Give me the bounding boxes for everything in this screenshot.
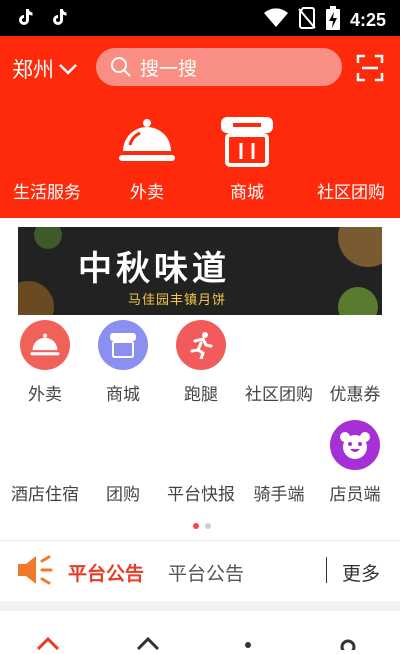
grid-item-rider[interactable]: 骑手端 [239,420,319,505]
grid-item-platform-news[interactable]: 平台快报 [161,420,241,505]
runner-icon [176,320,226,370]
wifi-icon [263,8,288,32]
battery-charging-icon [325,6,340,34]
status-time: 4:25 [349,9,386,30]
search-placeholder: 搜一搜 [140,57,198,80]
promo-banner[interactable]: 中秋味道 马佳园丰镇月饼 [18,227,382,315]
speaker-icon [16,553,54,591]
top-nav-label: 社区团购 [317,183,385,203]
grid-item-clerk[interactable]: 店员端 [315,420,395,505]
grid-item-label: 外卖 [28,385,62,405]
more-link[interactable]: 更多 [342,559,380,586]
grid-item-label: 商城 [106,385,140,405]
grid-item-community-group[interactable]: 社区团购 [239,320,319,405]
bear-face-icon [330,420,380,470]
chevron-down-icon [58,57,78,81]
grid-item-errand[interactable]: 跑腿 [161,320,241,405]
city-label: 郑州 [12,58,54,82]
grid-item-label: 跑腿 [184,385,218,405]
search-bar[interactable]: 搜一搜 [96,48,342,86]
pager-dot-active[interactable] [193,523,199,529]
grid-item-label: 优惠券 [329,385,381,405]
pager-dot[interactable] [205,523,211,529]
status-bar: 4:25 [0,0,400,36]
storefront-icon [98,320,148,370]
grid-item-label: 社区团购 [245,385,313,405]
grid-item-label: 骑手端 [253,485,305,505]
grid-item-label: 平台快报 [167,485,235,505]
top-nav-label: 商城 [230,183,264,203]
top-nav: 生活服务 外卖 商城 社区团购 [0,106,400,206]
cloche-icon [102,106,192,176]
search-icon [110,56,132,78]
header: 郑州 搜一搜 生活服务 外卖 商城 社区团购 [0,36,400,218]
pager-dots [193,523,211,529]
storefront-icon [202,106,292,176]
top-nav-label: 生活服务 [13,183,81,203]
tiktok-icon [18,8,34,30]
content-below [0,611,400,654]
tiktok-icon [52,8,68,30]
grid-item-hotel[interactable]: 酒店住宿 [5,420,85,505]
banner-subtitle: 马佳园丰镇月饼 [128,293,227,308]
grid-item-label: 团购 [106,485,140,505]
top-nav-takeout[interactable]: 外卖 [102,106,192,203]
grid-item-group-buy[interactable]: 团购 [83,420,163,505]
grid-item-coupon[interactable]: 优惠券 [315,320,395,405]
city-selector[interactable]: 郑州 [12,54,78,84]
divider [326,557,327,583]
partial-icons [36,636,356,654]
scan-icon[interactable] [356,54,384,82]
banner-title: 中秋味道 [78,249,230,289]
notice-text[interactable]: 平台公告 [168,559,244,586]
no-sim-icon [298,7,316,33]
notice-bar[interactable]: 平台公告 平台公告 更多 [0,540,400,602]
top-nav-community-group[interactable]: 社区团购 [306,106,396,203]
top-nav-label: 外卖 [130,183,164,203]
grid-item-mall[interactable]: 商城 [83,320,163,405]
cloche-icon [20,320,70,370]
grid-item-label: 店员端 [329,485,381,505]
notice-title: 平台公告 [68,563,145,585]
section-gap [0,601,400,611]
top-nav-life-service[interactable]: 生活服务 [2,106,92,203]
grid-item-takeout[interactable]: 外卖 [5,320,85,405]
grid-item-label: 酒店住宿 [11,485,79,505]
top-nav-mall[interactable]: 商城 [202,106,292,203]
